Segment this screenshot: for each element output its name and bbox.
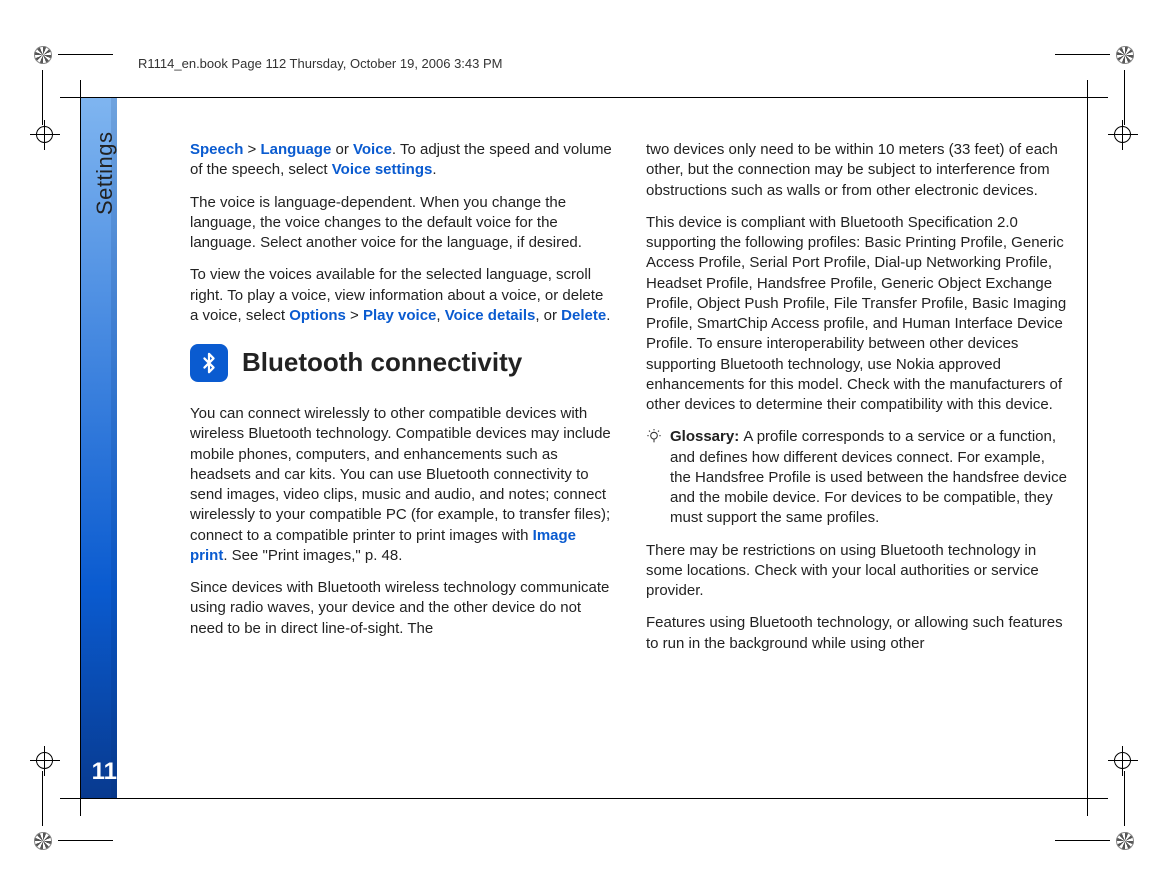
paragraph: Speech > Language or Voice. To adjust th… [190, 140, 612, 181]
section-title: Bluetooth connectivity [242, 345, 522, 380]
glossary-text: Glossary: A profile corresponds to a ser… [670, 427, 1068, 528]
ui-term: Speech [190, 141, 243, 158]
left-column: Speech > Language or Voice. To adjust th… [190, 140, 612, 756]
text: , or [535, 307, 561, 324]
ui-term: Voice [353, 141, 392, 158]
paragraph: To view the voices available for the sel… [190, 265, 612, 326]
registration-mark-icon [1110, 40, 1140, 70]
text: > [243, 141, 260, 158]
paragraph: There may be restrictions on using Bluet… [646, 541, 1068, 602]
registration-mark-icon [28, 826, 58, 856]
paragraph: This device is compliant with Bluetooth … [646, 213, 1068, 416]
trim-rule [1087, 80, 1088, 816]
page-number: 112 [81, 748, 141, 796]
ui-term: Voice details [445, 307, 536, 324]
text: . [432, 161, 436, 178]
text: . [606, 307, 610, 324]
bluetooth-icon [190, 344, 228, 382]
ui-term: Options [289, 307, 346, 324]
paragraph: The voice is language-dependent. When yo… [190, 193, 612, 254]
crop-target-icon [1108, 120, 1138, 150]
text: . See "Print images," p. 48. [223, 547, 402, 564]
content-area: Speech > Language or Voice. To adjust th… [190, 140, 1068, 756]
text: , [436, 307, 444, 324]
crop-target-icon [1108, 746, 1138, 776]
registration-mark-icon [1110, 826, 1140, 856]
paragraph: You can connect wirelessly to other comp… [190, 404, 612, 566]
ui-term: Voice settings [332, 161, 433, 178]
trim-rule [60, 798, 1108, 799]
crop-target-icon [30, 120, 60, 150]
paragraph: Since devices with Bluetooth wireless te… [190, 578, 612, 639]
ui-term: Play voice [363, 307, 436, 324]
ui-term: Delete [561, 307, 606, 324]
paragraph: Features using Bluetooth technology, or … [646, 613, 1068, 654]
glossary-block: Glossary: A profile corresponds to a ser… [646, 427, 1068, 540]
text: or [331, 141, 353, 158]
ui-term: Language [260, 141, 331, 158]
text: > [346, 307, 363, 324]
right-column: two devices only need to be within 10 me… [646, 140, 1068, 756]
document-page: R1114_en.book Page 112 Thursday, October… [0, 0, 1168, 896]
tip-icon [646, 427, 662, 540]
glossary-label: Glossary: [670, 428, 743, 445]
section-label: Settings [92, 132, 118, 216]
registration-mark-icon [28, 40, 58, 70]
section-heading: Bluetooth connectivity [190, 344, 612, 382]
text: You can connect wirelessly to other comp… [190, 405, 611, 544]
crop-target-icon [30, 746, 60, 776]
paragraph: two devices only need to be within 10 me… [646, 140, 1068, 201]
running-header: R1114_en.book Page 112 Thursday, October… [138, 56, 503, 71]
trim-rule [60, 97, 1108, 98]
